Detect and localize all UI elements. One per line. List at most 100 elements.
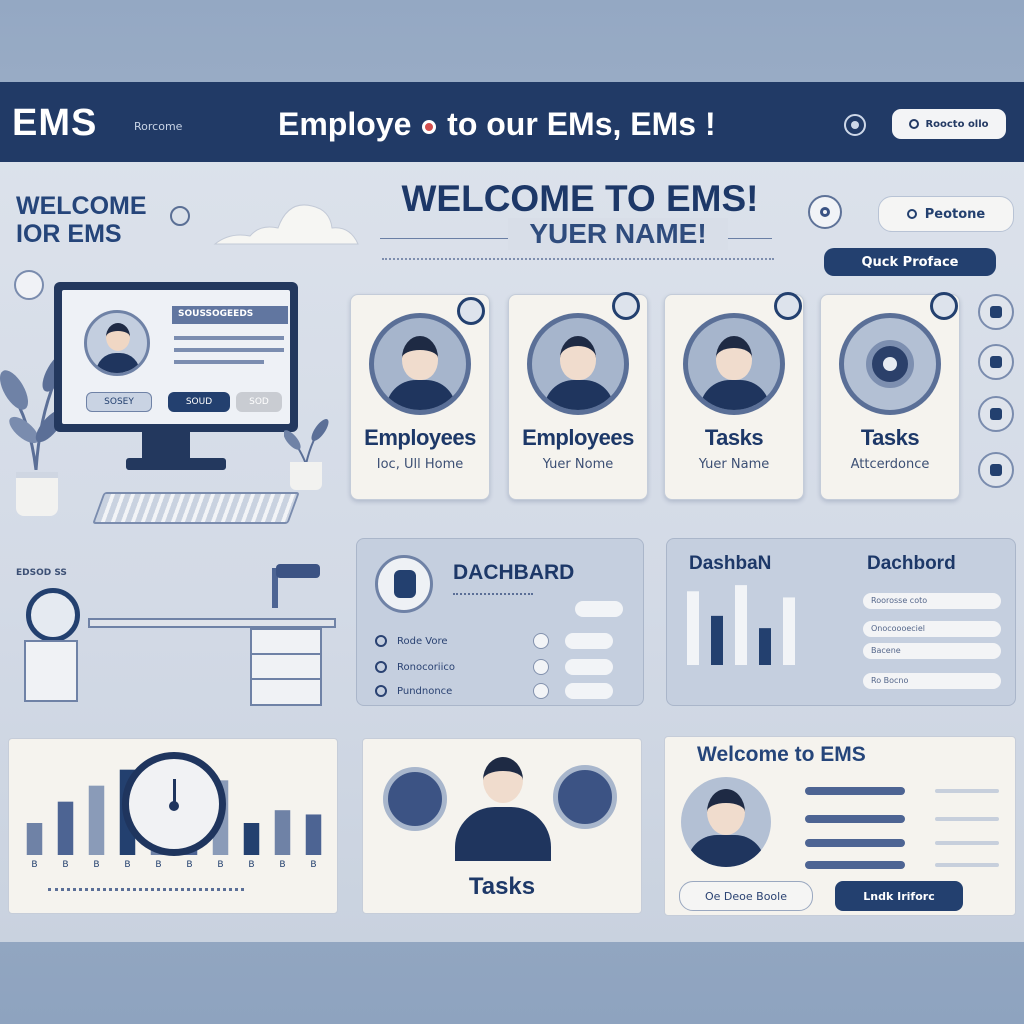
welcome-panel-title: Welcome to EMS [697, 743, 866, 766]
welcome-left-line2: IOR EMS [16, 220, 122, 248]
tasks-panel[interactable]: Tasks [362, 738, 642, 914]
upload-icon[interactable] [978, 396, 1014, 432]
dashboard-panel-1: DACHBARD Rode Vore Ronocoriico Pundnonce [356, 538, 644, 706]
chart-bar [243, 823, 260, 855]
info-line [805, 815, 905, 823]
top-bar: EMS Rorcome Employe to our EMs, EMs ! [0, 82, 1024, 162]
small-plant-pot [290, 462, 322, 490]
info-line [935, 817, 999, 821]
screen-button-3[interactable]: SOD [236, 392, 282, 412]
dashboard-row-pill[interactable]: Ro Bocno [863, 673, 1001, 689]
row-pill[interactable] [565, 683, 613, 699]
app-logo[interactable]: EMS [12, 102, 97, 145]
chart-bar [783, 597, 795, 665]
desk-illustration [88, 618, 336, 628]
small-plant-icon [284, 418, 329, 464]
screen-header: SOUSSOGEEDS [172, 306, 288, 324]
dashboard-row[interactable]: Rode Vore [375, 631, 627, 651]
row-pill[interactable] [565, 659, 613, 675]
screen-button-2[interactable]: SOUD [168, 392, 230, 412]
cloud-icon [213, 204, 359, 245]
monitor-screen: SOUSSOGEEDS SOSEY SOUD SOD [62, 290, 290, 424]
page-title: WELCOME TO EMS! [401, 178, 759, 219]
row-toggle[interactable] [533, 683, 549, 699]
chart-axis-label: B [310, 860, 316, 869]
settings-icon[interactable] [844, 114, 866, 136]
chart-axis-label: B [155, 860, 161, 869]
bell-icon[interactable] [14, 270, 44, 300]
badge-icon[interactable] [457, 297, 485, 325]
radio-icon [375, 635, 387, 647]
chart-bar [88, 785, 105, 855]
card-tasks-1[interactable]: Tasks Yuer Name [664, 294, 804, 500]
dashboard-row-pill[interactable]: Onocoooeciel [863, 621, 1001, 637]
divider-dotted [48, 888, 244, 891]
chart-axis-label: B [62, 860, 68, 869]
primary-button[interactable]: Lndk Iriforc [835, 881, 963, 911]
info-line [805, 839, 905, 847]
chart-bar [26, 823, 43, 855]
row-toggle[interactable] [533, 633, 549, 649]
keyboard-illustration [92, 492, 300, 524]
info-icon[interactable] [170, 206, 190, 226]
monitor-base [126, 458, 226, 470]
chart-axis-label: B [248, 860, 254, 869]
info-line [935, 841, 999, 845]
divider [453, 593, 533, 599]
info-line [805, 787, 905, 795]
dashboard-row-pill[interactable]: Bacene [863, 643, 1001, 659]
banner-left-text: Employe [278, 106, 412, 142]
user-icon [906, 209, 917, 219]
lamp-icon [262, 564, 326, 608]
chart-axis-label: B [31, 860, 37, 869]
card-subtitle: Attcerdonce [850, 457, 930, 472]
dashboard-row[interactable]: Pundnonce [375, 681, 627, 701]
badge-icon[interactable] [774, 292, 802, 320]
image-icon[interactable] [978, 344, 1014, 380]
like-icon[interactable] [978, 452, 1014, 488]
radio-icon [375, 661, 387, 673]
secondary-button[interactable]: Oe Deoe Boole [679, 881, 813, 911]
chart-bar [57, 801, 74, 855]
circle-icon [909, 119, 920, 129]
banner-right-text: to our EMs, EMs ! [447, 106, 716, 142]
profile-button[interactable]: Peotone [878, 196, 1014, 232]
dashboard-row-pill[interactable]: Roorosse coto [863, 593, 1001, 609]
quick-profile-button[interactable]: Quck Proface [824, 248, 996, 276]
dashboard-title: DACHBARD [453, 561, 575, 584]
profile-icon-button[interactable] [808, 195, 842, 229]
screen-avatar [84, 310, 150, 376]
clock-avatar [839, 313, 941, 415]
list-icon[interactable] [978, 294, 1014, 330]
row-pill[interactable] [565, 633, 613, 649]
top-action-label: Roocto ollo [925, 118, 989, 130]
badge-icon [383, 767, 447, 831]
screen-line [174, 336, 284, 340]
chart-axis-label: B [186, 860, 192, 869]
card-tasks-2[interactable]: Tasks Attcerdonce [820, 294, 960, 500]
chart-axis-label: B [279, 860, 285, 869]
plant-pot [16, 472, 58, 516]
card-employees-1[interactable]: Employees Ioc, Ull Home [350, 294, 490, 500]
badge-icon[interactable] [930, 292, 958, 320]
row-label: Rode Vore [397, 635, 448, 647]
badge-icon[interactable] [612, 292, 640, 320]
top-action-button[interactable]: Roocto ollo [892, 109, 1006, 139]
chart-axis-label: B [124, 860, 130, 869]
card-employees-2[interactable]: Employees Yuer Nome [508, 294, 648, 500]
dashboard-row[interactable]: Ronocoriico [375, 657, 627, 677]
screen-button-1[interactable]: SOSEY [86, 392, 152, 412]
logo-subtitle: Rorcome [134, 120, 183, 133]
dashboard-bar-chart [687, 585, 795, 665]
pill-button[interactable] [575, 601, 623, 617]
avatar [527, 313, 629, 415]
avatar [681, 777, 771, 867]
chart-bar [687, 591, 699, 665]
row-toggle[interactable] [533, 659, 549, 675]
lock-icon [375, 555, 433, 613]
screen-line [174, 348, 284, 352]
chart-bar [759, 628, 771, 665]
info-line [935, 789, 999, 793]
radio-icon [375, 685, 387, 697]
tasks-title: Tasks [468, 873, 536, 900]
